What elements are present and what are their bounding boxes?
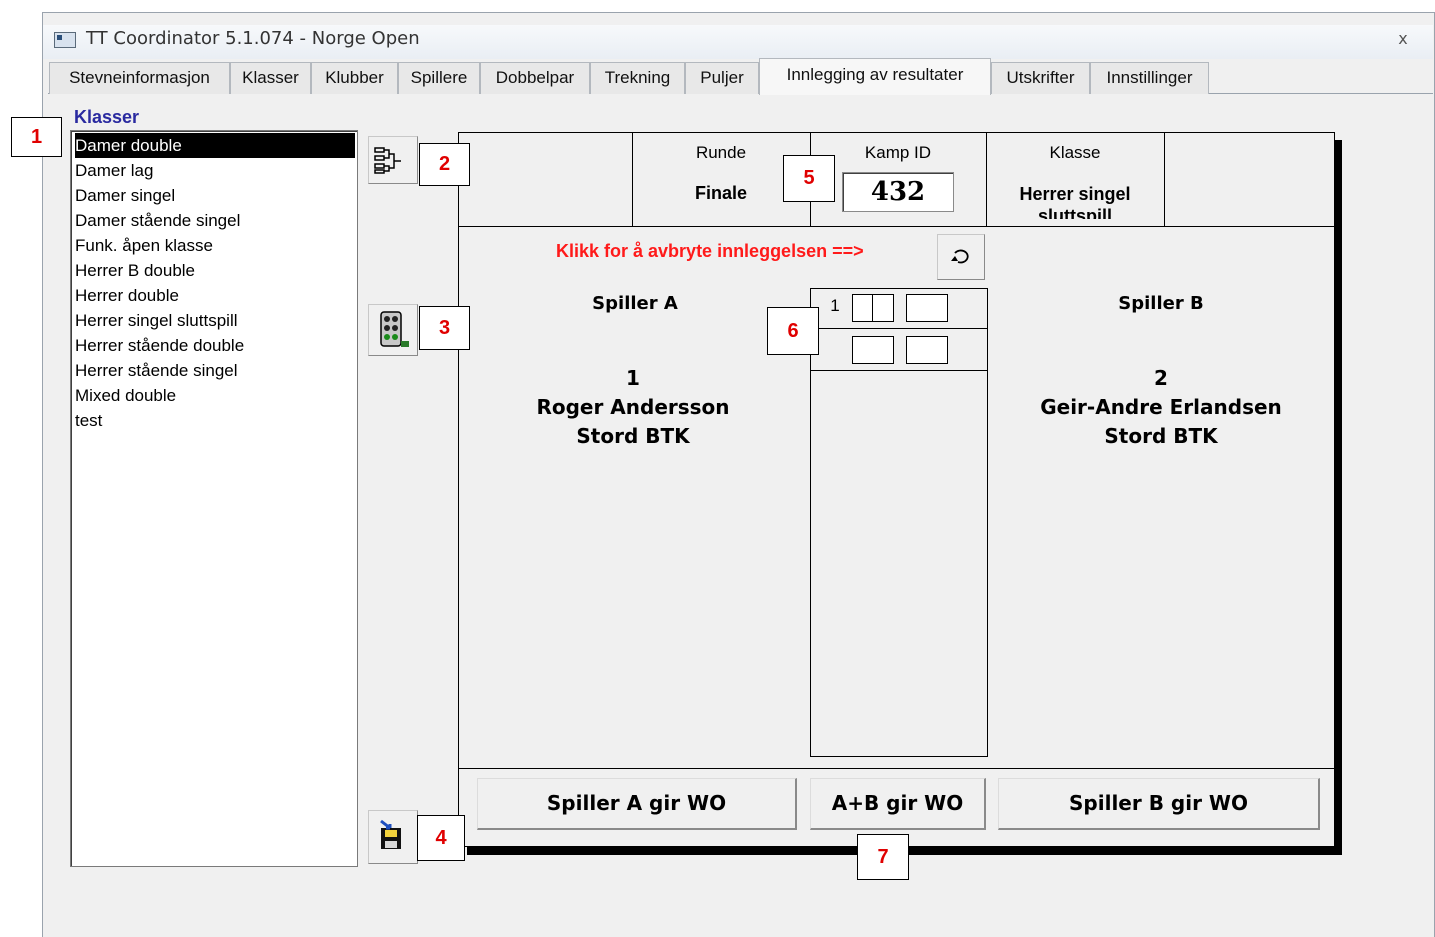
kamp-id-label: Kamp ID <box>864 143 932 162</box>
divider <box>811 328 987 329</box>
player-a-number: 1 <box>626 366 640 390</box>
list-item[interactable]: Funk. åpen klasse <box>75 233 355 258</box>
tab-klasser[interactable]: Klasser <box>230 62 311 94</box>
player-a-name: Roger Andersson <box>536 395 730 419</box>
list-item[interactable]: Damer double <box>75 133 355 158</box>
set-number: 1 <box>830 296 840 315</box>
callout-1: 1 <box>11 117 62 157</box>
player-a-heading: Spiller A <box>592 293 678 314</box>
draw-bracket-button[interactable] <box>368 136 418 184</box>
score-input-a-set2[interactable] <box>852 336 894 364</box>
list-item[interactable]: Herrer B double <box>75 258 355 283</box>
score-column <box>810 288 988 757</box>
list-item[interactable]: Damer singel <box>75 183 355 208</box>
text-cursor <box>872 295 873 321</box>
callout-3: 3 <box>419 306 470 350</box>
save-disk-icon <box>380 819 401 849</box>
sidebar-heading: Klasser <box>74 107 140 127</box>
divider <box>811 370 987 371</box>
player-b-number: 2 <box>1154 366 1168 390</box>
list-item[interactable]: Damer stående singel <box>75 208 355 233</box>
kamp-id-field[interactable]: 432 <box>842 172 954 212</box>
score-input-b-set1[interactable] <box>906 294 948 322</box>
list-item[interactable]: Damer lag <box>75 158 355 183</box>
player-a-club: Stord BTK <box>576 424 690 448</box>
traffic-light-icon <box>380 311 409 347</box>
callout-6: 6 <box>767 307 819 355</box>
score-input-b-set2[interactable] <box>906 336 948 364</box>
score-input-a-set1[interactable] <box>852 294 894 322</box>
list-item[interactable]: Mixed double <box>75 383 355 408</box>
callout-7: 7 <box>857 834 909 880</box>
tab-trekning[interactable]: Trekning <box>590 62 685 94</box>
player-b-club: Stord BTK <box>1104 424 1218 448</box>
tab-dobbelpar[interactable]: Dobbelpar <box>480 62 590 94</box>
tab-innlegging-av-resultater[interactable]: Innlegging av resultater <box>759 58 991 95</box>
callout-2: 2 <box>419 143 470 186</box>
klasse-value: Herrer singel sluttspill <box>1019 184 1131 219</box>
list-item[interactable]: Herrer singel sluttspill <box>75 308 355 333</box>
tab-innstillinger[interactable]: Innstillinger <box>1090 62 1209 94</box>
bracket-icon <box>374 147 401 174</box>
list-item[interactable]: Herrer stående double <box>75 333 355 358</box>
divider <box>459 768 1335 769</box>
tab-puljer[interactable]: Puljer <box>685 62 759 94</box>
both-wo-button[interactable]: A+B gir WO <box>810 778 986 830</box>
app-icon <box>54 32 76 48</box>
klasse-label: Klasse <box>1049 143 1101 162</box>
player-b-wo-button[interactable]: Spiller B gir WO <box>998 778 1320 830</box>
window-title: TT Coordinator 5.1.074 - Norge Open <box>86 28 420 49</box>
player-a-wo-button[interactable]: Spiller A gir WO <box>477 778 797 830</box>
list-item[interactable]: Herrer stående singel <box>75 358 355 383</box>
tab-klubber[interactable]: Klubber <box>311 62 398 94</box>
divider <box>459 226 1335 227</box>
undo-icon <box>951 249 969 264</box>
tab-stevneinformasjon[interactable]: Stevneinformasjon <box>49 62 230 94</box>
callout-4: 4 <box>417 815 465 861</box>
save-button[interactable] <box>368 810 418 864</box>
list-item[interactable]: test <box>75 408 355 433</box>
status-light-button[interactable] <box>368 304 418 356</box>
divider <box>1164 133 1165 227</box>
undo-button[interactable] <box>937 234 985 280</box>
class-list[interactable]: Damer double Damer lag Damer singel Dame… <box>70 130 358 867</box>
tab-utskrifter[interactable]: Utskrifter <box>991 62 1090 94</box>
tab-spillere[interactable]: Spillere <box>398 62 480 94</box>
close-button[interactable]: x <box>1392 28 1414 50</box>
player-b-name: Geir-Andre Erlandsen <box>1040 395 1282 419</box>
player-b-heading: Spiller B <box>1118 293 1204 314</box>
cancel-prompt: Klikk for å avbryte innleggelsen ==> <box>556 241 864 261</box>
callout-5: 5 <box>783 155 835 202</box>
list-item[interactable]: Herrer double <box>75 283 355 308</box>
